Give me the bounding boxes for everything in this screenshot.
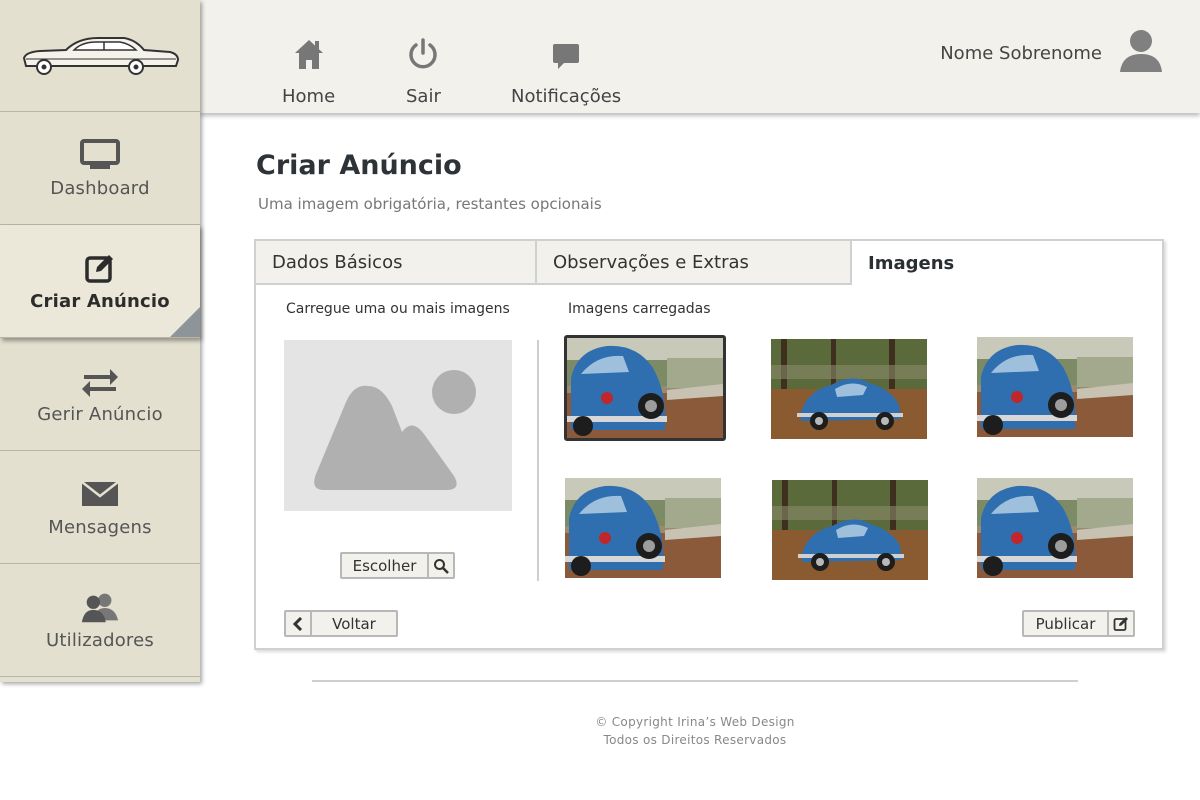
sidebar-item-gerir-anuncio[interactable]: Gerir Anúncio bbox=[0, 338, 200, 451]
image-placeholder-icon bbox=[284, 370, 512, 515]
back-label: Voltar bbox=[310, 612, 396, 635]
power-icon bbox=[407, 38, 439, 74]
form-panel: Dados Básicos Observações e Extras Image… bbox=[254, 239, 1164, 650]
publish-label: Publicar bbox=[1035, 614, 1096, 633]
nav-notificacoes[interactable]: Notificações bbox=[511, 38, 621, 107]
sidebar-item-label: Criar Anúncio bbox=[30, 290, 170, 312]
logo[interactable] bbox=[0, 0, 200, 112]
edit-icon bbox=[1107, 612, 1133, 635]
home-icon bbox=[294, 38, 324, 74]
car-logo-icon bbox=[20, 32, 180, 80]
chat-icon bbox=[551, 38, 581, 74]
monitor-icon bbox=[80, 138, 120, 172]
nav-label: Home bbox=[282, 86, 336, 107]
uploaded-image-thumb[interactable] bbox=[771, 339, 927, 439]
uploaded-image-thumb[interactable] bbox=[565, 478, 721, 578]
user-menu[interactable]: Nome Sobrenome bbox=[940, 28, 1164, 78]
avatar bbox=[1118, 28, 1164, 78]
envelope-icon bbox=[80, 477, 120, 511]
users-icon bbox=[80, 590, 120, 624]
user-name: Nome Sobrenome bbox=[940, 42, 1102, 64]
chevron-left-icon bbox=[286, 612, 310, 635]
sidebar-item-dashboard[interactable]: Dashboard bbox=[0, 112, 200, 225]
vertical-divider bbox=[537, 340, 539, 581]
nav-sair[interactable]: Sair bbox=[406, 38, 441, 107]
tab-imagens[interactable]: Imagens bbox=[852, 241, 1162, 285]
back-button[interactable]: Voltar bbox=[284, 610, 398, 637]
tab-label: Dados Básicos bbox=[272, 251, 403, 273]
sidebar-item-label: Utilizadores bbox=[45, 629, 154, 651]
uploaded-image-thumb[interactable] bbox=[977, 337, 1133, 437]
uploaded-images-label: Imagens carregadas bbox=[568, 301, 711, 317]
tab-label: Imagens bbox=[868, 252, 955, 274]
sidebar-item-label: Gerir Anúncio bbox=[37, 403, 163, 425]
active-corner-marker bbox=[170, 307, 200, 337]
footer-copyright: © Copyright Irina’s Web Design bbox=[595, 715, 795, 729]
topbar: Home Sair Notificações Nome Sobrenome bbox=[200, 0, 1200, 113]
sidebar-item-criar-anuncio[interactable]: Criar Anúncio bbox=[0, 225, 200, 338]
choose-file-label: Escolher bbox=[352, 556, 417, 575]
sidebar-item-utilizadores[interactable]: Utilizadores bbox=[0, 564, 200, 677]
sidebar-item-mensagens[interactable]: Mensagens bbox=[0, 451, 200, 564]
nav-home[interactable]: Home bbox=[282, 38, 335, 107]
uploaded-image-thumb[interactable] bbox=[772, 480, 928, 580]
sidebar: Dashboard Criar Anúncio Gerir Anúncio Me… bbox=[0, 0, 200, 682]
publish-button[interactable]: Publicar bbox=[1022, 610, 1135, 637]
edit-icon bbox=[80, 251, 120, 285]
sidebar-item-label: Dashboard bbox=[50, 177, 150, 199]
uploaded-image-thumb[interactable] bbox=[564, 335, 726, 441]
choose-file-button[interactable]: Escolher bbox=[340, 552, 455, 579]
footer-rights: Todos os Direitos Reservados bbox=[603, 733, 787, 747]
page-subtitle: Uma imagem obrigatória, restantes opcion… bbox=[258, 195, 602, 213]
search-icon bbox=[427, 554, 453, 577]
sidebar-item-label: Mensagens bbox=[48, 516, 152, 538]
tab-observacoes-extras[interactable]: Observações e Extras bbox=[537, 241, 852, 285]
upload-label: Carregue uma ou mais imagens bbox=[286, 301, 510, 317]
footer-divider bbox=[312, 680, 1078, 682]
tab-dados-basicos[interactable]: Dados Básicos bbox=[256, 241, 537, 285]
exchange-icon bbox=[80, 364, 120, 398]
nav-label: Notificações bbox=[511, 86, 622, 107]
nav-label: Sair bbox=[406, 86, 441, 107]
uploaded-image-thumb[interactable] bbox=[977, 478, 1133, 578]
page-title: Criar Anúncio bbox=[256, 150, 462, 181]
image-placeholder[interactable] bbox=[284, 340, 512, 511]
tab-label: Observações e Extras bbox=[553, 251, 749, 273]
